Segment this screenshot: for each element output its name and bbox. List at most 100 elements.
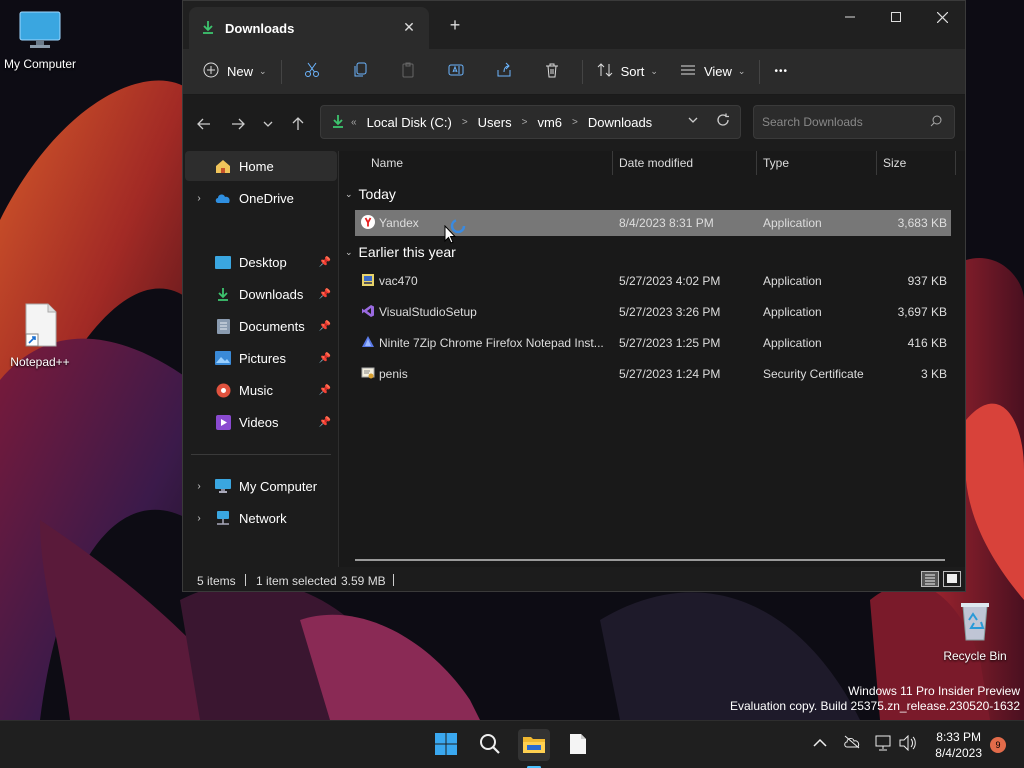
clock[interactable]: 8:33 PM 8/4/2023 [935,729,982,761]
search-input[interactable]: Search Downloads [762,115,863,129]
status-divider [393,574,394,586]
address-bar[interactable]: « Local Disk (C:) > Users > vm6 > Downlo… [320,105,741,139]
busy-spinner-icon [450,218,466,237]
address-row: « Local Disk (C:) > Users > vm6 > Downlo… [183,95,965,151]
delete-button[interactable] [528,56,576,88]
column-divider[interactable] [756,151,757,175]
nav-item-pictures[interactable]: Pictures 📌 [185,343,337,373]
group-header-earlier[interactable]: ⌄ Earlier this year [345,244,456,260]
nav-item-onedrive[interactable]: › OneDrive [185,183,337,213]
chevron-right-icon[interactable]: > [572,117,578,128]
nav-item-label: Downloads [239,286,304,302]
close-button[interactable] [919,1,965,33]
nav-item-my-computer[interactable]: › My Computer [185,471,337,501]
collapse-chevron-icon[interactable]: ⌄ [345,189,353,200]
maximize-button[interactable] [873,1,919,33]
close-tab-icon[interactable]: ✕ [399,17,419,37]
pin-icon[interactable]: 📌 [319,353,331,364]
chevron-right-icon[interactable]: > [522,117,528,128]
nav-item-documents[interactable]: Documents 📌 [185,311,337,341]
share-button[interactable] [480,56,528,88]
column-header-size[interactable]: Size [883,156,906,170]
nav-item-network[interactable]: › Network [185,503,337,533]
volume-icon[interactable] [899,734,917,754]
back-button[interactable] [193,113,215,135]
nav-item-desktop[interactable]: Desktop 📌 [185,247,337,277]
column-divider[interactable] [612,151,613,175]
pin-icon[interactable]: 📌 [319,257,331,268]
search-icon[interactable] [930,115,942,130]
pin-icon[interactable]: 📌 [319,385,331,396]
breadcrumb-downloads[interactable]: Downloads [588,115,652,130]
file-explorer-taskbar-button[interactable] [518,729,550,761]
collapse-chevron-icon[interactable]: ⌄ [345,247,353,258]
breadcrumb-overflow[interactable]: « [351,117,357,128]
breadcrumb-users[interactable]: Users [478,115,512,130]
new-button[interactable]: New ⌄ [195,56,275,88]
pin-icon[interactable]: 📌 [319,289,331,300]
paste-button[interactable] [384,56,432,88]
horizontal-scrollbar[interactable] [355,559,945,561]
details-view-button[interactable] [921,571,939,587]
cut-button[interactable] [288,56,336,88]
title-bar[interactable]: Downloads ✕ + [183,1,965,49]
view-button[interactable]: View ⌄ [672,56,754,88]
forward-button[interactable] [227,113,249,135]
address-dropdown-icon[interactable] [688,115,698,126]
sort-button[interactable]: Sort ⌄ [589,56,666,88]
breadcrumb-vm6[interactable]: vm6 [537,115,562,130]
file-row[interactable]: vac470 5/27/2023 4:02 PM Application 937… [355,268,951,294]
recent-locations-button[interactable] [257,113,279,135]
column-divider[interactable] [876,151,877,175]
expand-chevron-icon[interactable]: › [185,193,213,204]
file-row[interactable]: Ninite 7Zip Chrome Firefox Notepad Inst.… [355,330,951,356]
show-hidden-icons-button[interactable] [813,735,827,751]
clock-date: 8/4/2023 [935,746,982,760]
more-options-button[interactable]: ••• [766,56,796,88]
file-type: Application [763,336,822,350]
trash-icon [544,62,560,81]
nav-item-label: Network [239,510,287,526]
column-header-type[interactable]: Type [763,156,789,170]
column-header-name[interactable]: Name [371,156,403,170]
installer-icon [361,273,375,287]
expand-chevron-icon[interactable]: › [185,513,213,524]
search-box[interactable]: Search Downloads [753,105,955,139]
desktop-icon-my-computer[interactable]: My Computer [0,10,80,71]
rename-button[interactable] [432,56,480,88]
notification-badge[interactable]: 9 [990,737,1006,753]
desktop-icon-recycle-bin[interactable]: Recycle Bin [935,598,1015,663]
column-divider[interactable] [955,151,956,175]
breadcrumb-local-disk[interactable]: Local Disk (C:) [367,115,452,130]
nav-item-videos[interactable]: Videos 📌 [185,407,337,437]
group-header-today[interactable]: ⌄ Today [345,186,396,202]
file-row[interactable]: penis 5/27/2023 1:24 PM Security Certifi… [355,361,951,387]
file-row[interactable]: VisualStudioSetup 5/27/2023 3:26 PM Appl… [355,299,951,325]
pin-icon[interactable]: 📌 [319,417,331,428]
plus-circle-icon [203,62,219,81]
desktop-icon-notepadpp[interactable]: Notepad++ [0,302,80,369]
expand-chevron-icon[interactable]: › [185,481,213,492]
toolbar-divider [280,59,282,84]
tiles-view-button[interactable] [943,571,961,587]
refresh-icon[interactable] [716,113,730,130]
file-date: 5/27/2023 1:24 PM [619,367,721,381]
new-tab-button[interactable]: + [445,15,465,36]
chevron-right-icon[interactable]: > [462,117,468,128]
nav-item-downloads[interactable]: Downloads 📌 [185,279,337,309]
file-explorer-window: Downloads ✕ + New ⌄ Sort ⌄ View ⌄ ••• « … [182,0,966,592]
nav-item-music[interactable]: Music 📌 [185,375,337,405]
start-button[interactable] [430,729,462,761]
pin-icon[interactable]: 📌 [319,321,331,332]
tab-downloads[interactable]: Downloads ✕ [189,7,429,49]
up-button[interactable] [287,113,309,135]
copy-button[interactable] [336,56,384,88]
network-icon[interactable] [874,735,892,754]
search-taskbar-button[interactable] [474,729,506,761]
notepad-taskbar-button[interactable] [562,729,594,761]
file-name: Yandex [379,216,419,230]
nav-item-home[interactable]: Home [185,151,337,181]
column-header-date[interactable]: Date modified [619,156,693,170]
onedrive-offline-icon[interactable] [843,735,861,752]
minimize-button[interactable] [827,1,873,33]
